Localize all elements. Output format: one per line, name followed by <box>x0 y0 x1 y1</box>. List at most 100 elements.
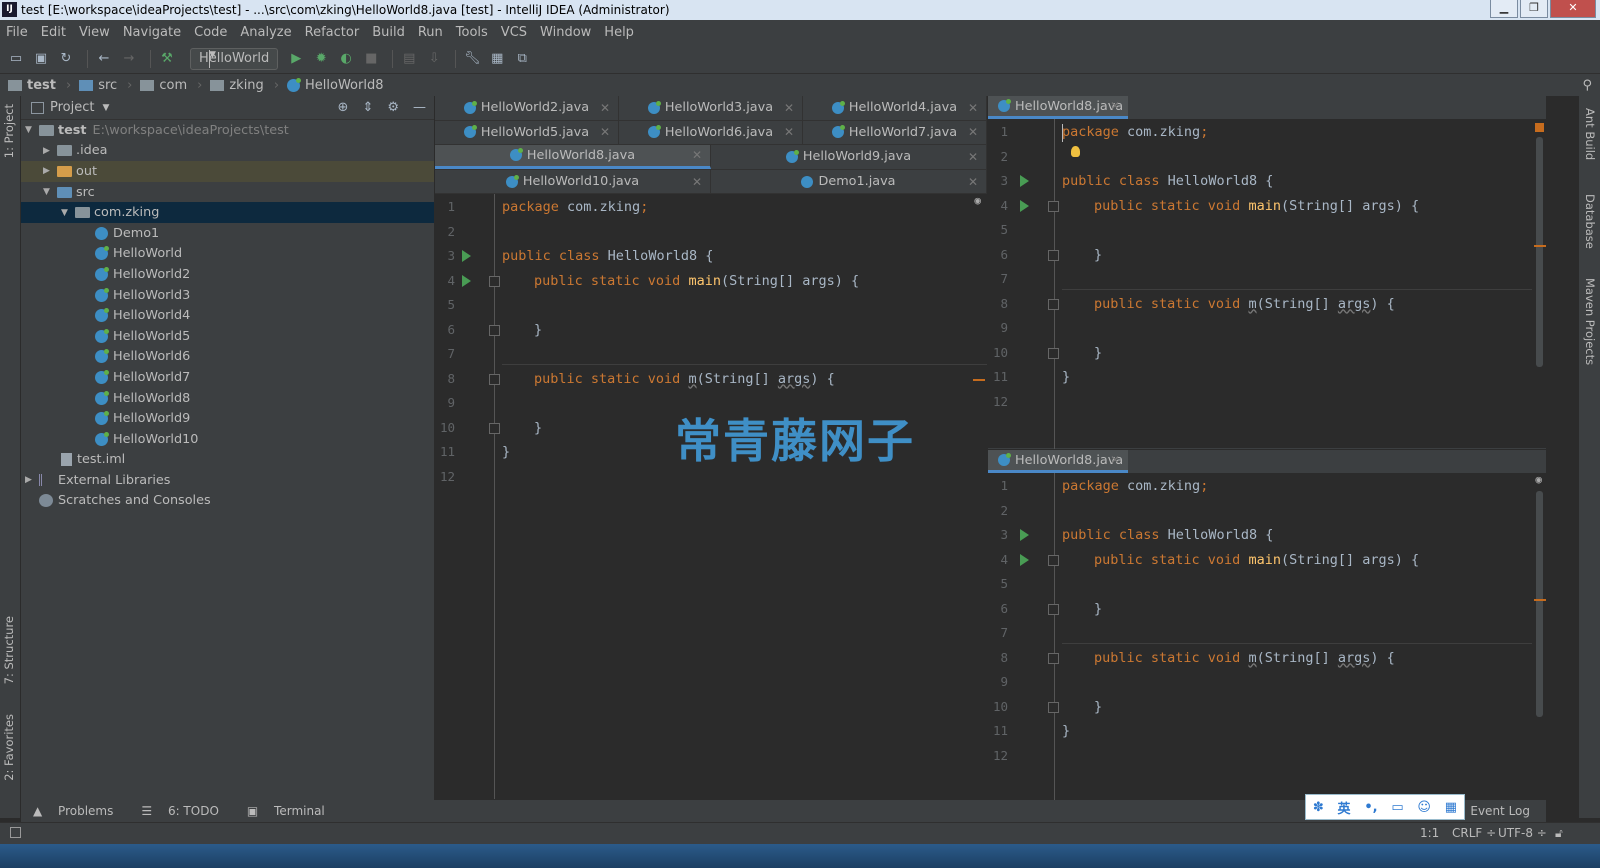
structure-tool-tab[interactable]: 7: Structure <box>2 616 16 684</box>
tree-item-class[interactable]: HelloWorld9 <box>21 408 434 429</box>
back-icon[interactable]: ← <box>94 49 114 69</box>
menu-edit[interactable]: Edit <box>41 25 66 40</box>
chevron-down-icon[interactable]: ▼ <box>102 103 109 113</box>
breadcrumb-item[interactable]: zking <box>210 78 264 93</box>
paw-icon[interactable]: ✽ <box>1313 800 1324 815</box>
tab-helloworld8-split[interactable]: HelloWorld8.java ✕ <box>988 96 1128 119</box>
close-icon[interactable]: ✕ <box>1110 99 1120 113</box>
tool-windows-toggle-icon[interactable] <box>10 827 21 838</box>
menu-code[interactable]: Code <box>194 25 227 40</box>
ant-build-tool-tab[interactable]: Ant Build <box>1583 108 1597 160</box>
tree-item-class[interactable]: HelloWorld10 <box>21 429 434 450</box>
project-structure-icon[interactable]: ▦ <box>487 49 507 69</box>
gear-icon[interactable]: ⚙ <box>387 100 399 115</box>
tree-item-class[interactable]: HelloWorld5 <box>21 326 434 347</box>
close-button[interactable]: ✕ <box>1550 0 1596 18</box>
tree-root-test[interactable]: ▼ test E:\workspace\ideaProjects\test <box>21 120 434 141</box>
menu-build[interactable]: Build <box>372 25 405 40</box>
menu-analyze[interactable]: Analyze <box>240 25 291 40</box>
tree-item-class[interactable]: HelloWorld2 <box>21 264 434 285</box>
tree-item-external-libraries[interactable]: ▶ External Libraries <box>21 470 434 491</box>
fold-icon[interactable] <box>489 422 500 434</box>
problems-tool-button[interactable]: ▲ Problems <box>33 804 121 818</box>
settings-wrench-icon[interactable]: 🔧︎ <box>462 49 482 69</box>
tree-item-src[interactable]: ▼ src <box>21 182 434 203</box>
close-icon[interactable]: ✕ <box>968 101 978 115</box>
tree-item-package[interactable]: ▼ com.zking <box>21 202 434 223</box>
close-icon[interactable]: ✕ <box>1110 453 1120 467</box>
caret-position[interactable]: 1:1 <box>1420 826 1439 840</box>
project-tool-tab[interactable]: 1: Project <box>2 104 16 158</box>
close-icon[interactable]: ✕ <box>692 175 702 189</box>
lock-icon[interactable]: 🔓︎ <box>1555 826 1563 841</box>
vcs-commit-icon[interactable]: ⇩ <box>424 49 444 69</box>
maximize-button[interactable]: ❐ <box>1520 0 1548 18</box>
tab-helloworld6[interactable]: HelloWorld6.java ✕ <box>619 120 803 145</box>
close-icon[interactable]: ✕ <box>968 150 978 164</box>
tree-item-out[interactable]: ▶ out <box>21 161 434 182</box>
debug-icon[interactable]: ✹ <box>311 49 331 69</box>
menu-vcs[interactable]: VCS <box>501 25 527 40</box>
vcs-update-icon[interactable]: ▤ <box>399 49 419 69</box>
project-view-selector[interactable]: Project <box>50 100 94 115</box>
warning-stripe-mark[interactable] <box>1534 598 1546 601</box>
run-gutter-icon[interactable] <box>1020 175 1029 187</box>
forward-icon[interactable]: → <box>119 49 139 69</box>
tree-item-idea[interactable]: ▶ .idea <box>21 141 434 162</box>
tab-helloworld4[interactable]: HelloWorld4.java ✕ <box>803 96 987 120</box>
code-area[interactable]: ◉ 1 package com.zking; 2 3 public class He… <box>988 473 1546 800</box>
tree-item-class[interactable]: HelloWorld7 <box>21 367 434 388</box>
tree-item-class[interactable]: HelloWorld6 <box>21 347 434 368</box>
tab-helloworld8[interactable]: HelloWorld8.java ✕ <box>435 145 711 169</box>
menu-help[interactable]: Help <box>604 25 634 40</box>
todo-tool-button[interactable]: ☰ 6: TODO <box>141 804 227 818</box>
tree-item-class[interactable]: HelloWorld8 <box>21 388 434 409</box>
tree-item-class[interactable]: HelloWorld4 <box>21 305 434 326</box>
breadcrumb-item[interactable]: HelloWorld8 <box>287 77 384 93</box>
menu-window[interactable]: Window <box>540 25 591 40</box>
favorites-tool-tab[interactable]: 2: Favorites <box>2 714 16 781</box>
warning-stripe-mark[interactable] <box>1534 244 1546 247</box>
collapse-all-icon[interactable]: ⇕ <box>362 100 373 115</box>
keyboard-icon[interactable]: ▭ <box>1391 800 1403 815</box>
close-icon[interactable]: ✕ <box>600 101 610 115</box>
tab-demo1[interactable]: Demo1.java ✕ <box>711 169 987 194</box>
fold-icon[interactable] <box>1048 603 1059 615</box>
build-hammer-icon[interactable]: ⚒ <box>157 49 177 69</box>
sync-icon[interactable]: ↻ <box>56 49 76 69</box>
stop-icon[interactable]: ■ <box>361 49 381 69</box>
run-coverage-icon[interactable]: ◐ <box>336 49 356 69</box>
fold-icon[interactable] <box>1048 298 1059 310</box>
tab-helloworld5[interactable]: HelloWorld5.java ✕ <box>435 120 619 145</box>
menu-refactor[interactable]: Refactor <box>305 25 360 40</box>
run-gutter-icon[interactable] <box>462 274 471 287</box>
fold-icon[interactable] <box>1048 347 1059 359</box>
code-area[interactable]: ◉ 1 package com.zking; 2 3 public class He… <box>435 194 987 800</box>
open-folder-icon[interactable]: ▭ <box>6 49 26 69</box>
close-icon[interactable]: ✕ <box>968 125 978 139</box>
breadcrumb-item[interactable]: com <box>140 78 187 93</box>
close-icon[interactable]: ✕ <box>968 175 978 189</box>
fold-icon[interactable] <box>1048 652 1059 664</box>
sdk-icon[interactable]: ⧉ <box>512 49 532 69</box>
menu-run[interactable]: Run <box>418 25 443 40</box>
tab-helloworld7[interactable]: HelloWorld7.java ✕ <box>803 120 987 145</box>
user-icon[interactable]: ☺ <box>1417 800 1431 815</box>
search-everywhere-icon[interactable]: ⚲ <box>1582 78 1592 93</box>
tree-item-class[interactable]: HelloWorld3 <box>21 285 434 306</box>
hide-panel-icon[interactable]: — <box>413 100 426 115</box>
locate-target-icon[interactable]: ⊕ <box>338 100 349 115</box>
menu-view[interactable]: View <box>79 25 110 40</box>
punctuation-icon[interactable]: •, <box>1364 800 1377 815</box>
tree-item-class[interactable]: Demo1 <box>21 223 434 244</box>
fold-icon[interactable] <box>1048 701 1059 713</box>
grid-menu-icon[interactable]: ▦ <box>1445 800 1457 815</box>
fold-icon[interactable] <box>489 275 500 287</box>
menu-file[interactable]: File <box>6 25 28 40</box>
ime-toolbar[interactable]: ✽ 英 •, ▭ ☺ ▦ <box>1305 794 1465 820</box>
tree-item-class[interactable]: HelloWorld <box>21 244 434 265</box>
close-icon[interactable]: ✕ <box>692 148 702 162</box>
close-icon[interactable]: ✕ <box>784 125 794 139</box>
encoding-selector[interactable]: UTF-8 ÷ <box>1498 826 1547 840</box>
code-area[interactable]: 1 package com.zking; 2 3 public class Hell… <box>988 119 1546 449</box>
